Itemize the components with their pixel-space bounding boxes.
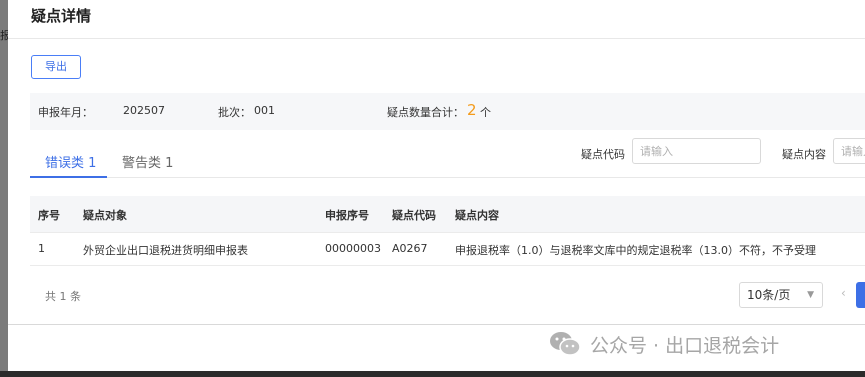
page-size-value: 10条/页: [747, 288, 791, 302]
modal-title: 疑点详情: [31, 7, 92, 25]
batch-label: 批次：: [218, 106, 251, 119]
background-window-edge: [0, 0, 8, 377]
column-header-index: 序号: [38, 209, 60, 222]
summary-bar: 申报年月： 202507 批次： 001 疑点数量合计： 2 个: [30, 93, 865, 130]
content-filter-input[interactable]: [833, 138, 865, 164]
watermark: 公众号 · 出口退税会计: [548, 330, 779, 358]
period-value: 202507: [123, 104, 165, 117]
batch-value: 001: [254, 104, 275, 117]
period-label: 申报年月：: [38, 106, 93, 119]
count-unit: 个: [480, 106, 491, 119]
column-header-code: 疑点代码: [392, 209, 436, 222]
wechat-icon: [550, 332, 581, 356]
suspect-details-modal: 疑点详情 导出 申报年月： 202507 批次： 001 疑点数量合计： 2 个…: [8, 0, 865, 325]
chevron-down-icon: ▼: [807, 290, 814, 300]
taskbar-edge: [0, 371, 865, 377]
page-size-select[interactable]: 10条/页 ▼: [739, 282, 823, 308]
background-edge-text: 报: [0, 30, 8, 42]
column-header-content: 疑点内容: [455, 209, 499, 222]
row-index: 1: [38, 242, 45, 255]
page-1-button[interactable]: [856, 282, 865, 308]
total-count: 共 1 条: [45, 290, 81, 303]
tab-errors[interactable]: 错误类 1: [45, 152, 96, 171]
modal-header: 疑点详情: [8, 0, 865, 39]
content-filter-label: 疑点内容: [782, 148, 826, 161]
prev-page-icon[interactable]: ‹: [841, 286, 846, 300]
count-value: 2: [467, 101, 477, 119]
row-code: A0267: [392, 242, 428, 255]
row-object: 外贸企业出口退税进货明细申报表: [83, 244, 248, 257]
code-filter-label: 疑点代码: [581, 148, 625, 161]
row-content: 申报退税率（1.0）与退税率文库中的规定退税率（13.0）不符，不予受理: [455, 244, 816, 257]
code-filter-input[interactable]: [632, 138, 761, 164]
watermark-text: 公众号 · 出口退税会计: [590, 335, 780, 357]
table-header: 序号 疑点对象 申报序号 疑点代码 疑点内容: [30, 196, 865, 233]
active-tab-indicator: [30, 176, 107, 178]
count-label: 疑点数量合计：: [387, 106, 464, 119]
column-header-serial: 申报序号: [325, 209, 369, 222]
table-row: 1 外贸企业出口退税进货明细申报表 00000003 A0267 申报退税率（1…: [30, 232, 865, 266]
column-header-object: 疑点对象: [83, 209, 127, 222]
row-serial: 00000003: [325, 242, 381, 255]
tab-warnings[interactable]: 警告类 1: [122, 152, 173, 171]
export-button[interactable]: 导出: [31, 55, 81, 79]
